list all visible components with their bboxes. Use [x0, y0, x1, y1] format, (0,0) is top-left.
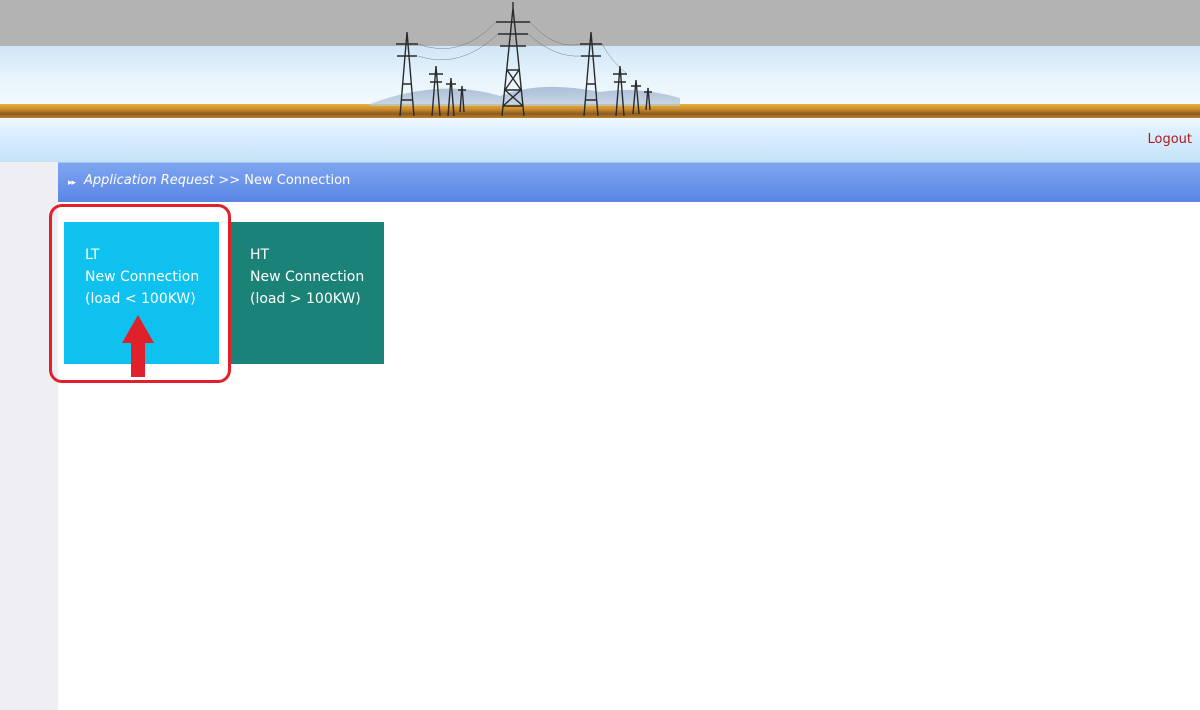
tile-load-range: (load < 100KW): [85, 291, 196, 307]
lt-new-connection-tile[interactable]: LT New Connection (load < 100KW): [64, 222, 219, 364]
tile-subtitle: New Connection: [250, 269, 365, 285]
breadcrumb-current: New Connection: [244, 173, 351, 188]
top-toolbar: Logout: [0, 118, 1200, 162]
double-chevron-icon: ▸▸: [68, 178, 76, 188]
tile-title: HT: [250, 247, 270, 263]
ht-new-connection-tile[interactable]: HT New Connection (load > 100KW): [229, 222, 384, 364]
power-tower-banner-image: [370, 2, 680, 117]
breadcrumb: ▸▸ Application Request >> New Connection: [58, 162, 1200, 202]
tile-subtitle: New Connection: [85, 269, 200, 285]
tile-title: LT: [85, 247, 100, 263]
tile-load-range: (load > 100KW): [250, 291, 361, 307]
page: Logout ▸▸ Application Request >> New Con…: [0, 0, 1200, 710]
breadcrumb-parent[interactable]: Application Request: [84, 173, 214, 188]
logout-link[interactable]: Logout: [1147, 132, 1192, 147]
left-sidebar: [0, 162, 58, 710]
breadcrumb-text: Application Request >> New Connection: [84, 173, 350, 188]
breadcrumb-separator: >>: [218, 173, 241, 188]
